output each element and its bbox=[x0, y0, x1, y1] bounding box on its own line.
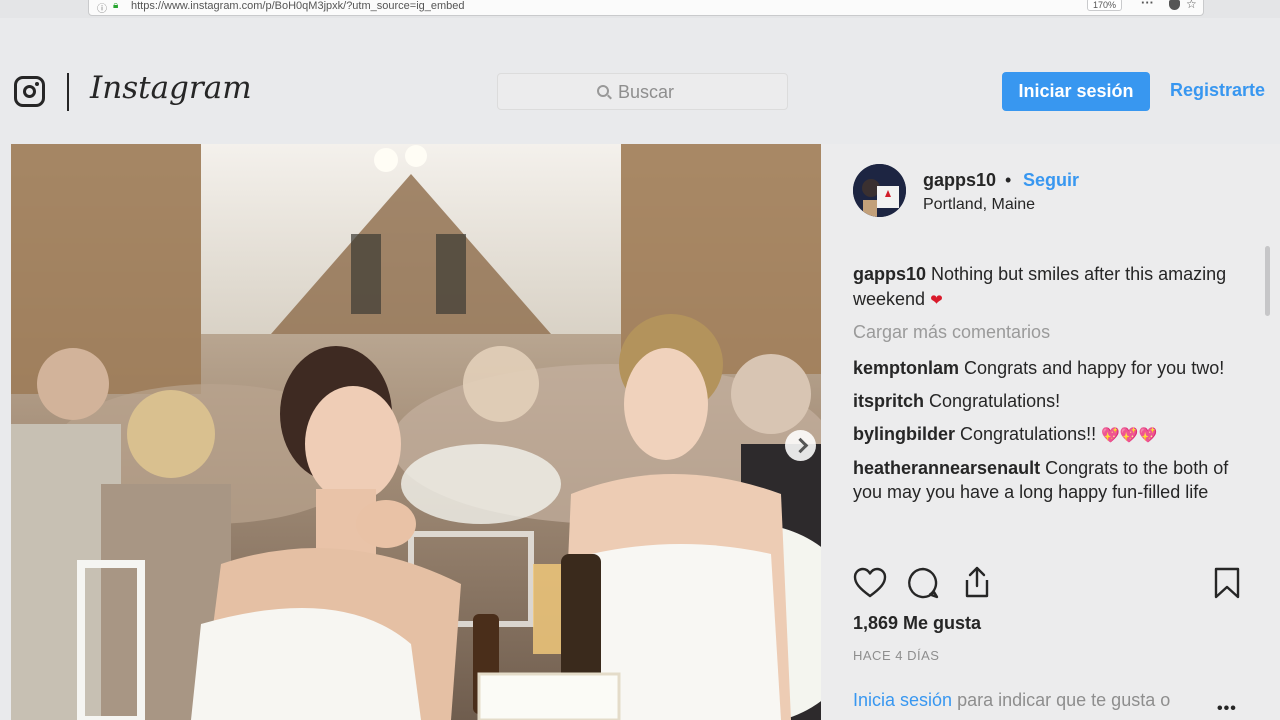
search-icon bbox=[597, 85, 609, 97]
scrollbar-thumb[interactable] bbox=[1265, 246, 1270, 316]
post-location[interactable]: Portland, Maine bbox=[923, 196, 1035, 214]
comment-item: bylingbilder Congratulations!! 💖💖💖 bbox=[853, 422, 1233, 447]
separator-dot: • bbox=[1005, 170, 1012, 190]
chevron-right-icon[interactable] bbox=[785, 430, 816, 461]
url-text[interactable]: https://www.instagram.com/p/BoH0qM3jpxk/… bbox=[131, 0, 465, 12]
caption-username[interactable]: gapps10 bbox=[853, 264, 926, 284]
comment-username[interactable]: heatherannearsenault bbox=[853, 458, 1040, 478]
load-more-comments[interactable]: Cargar más comentarios bbox=[853, 322, 1050, 343]
logo-divider bbox=[67, 73, 69, 111]
instagram-wordmark[interactable]: Instagram bbox=[90, 70, 252, 106]
avatar[interactable] bbox=[853, 164, 906, 217]
info-icon[interactable]: ⓘ bbox=[97, 0, 107, 15]
login-button[interactable]: Iniciar sesión bbox=[1002, 72, 1150, 111]
comment-username[interactable]: itspritch bbox=[853, 391, 924, 411]
bookmark-icon[interactable] bbox=[1214, 567, 1240, 599]
comment-list: kemptonlam Congrats and happy for you tw… bbox=[853, 356, 1233, 513]
post-photo[interactable] bbox=[11, 144, 821, 720]
comment-item: heatherannearsenault Congrats to the bot… bbox=[853, 456, 1233, 504]
red-heart-icon: ❤ bbox=[930, 291, 943, 309]
more-options-icon[interactable]: ••• bbox=[1217, 700, 1237, 718]
likes-count[interactable]: 1,869 Me gusta bbox=[853, 613, 981, 634]
signup-link[interactable]: Registrarte bbox=[1170, 80, 1265, 101]
post-sidebar: gapps10 • Seguir Portland, Maine gapps10… bbox=[821, 144, 1280, 720]
post-date: HACE 4 DÍAS bbox=[853, 648, 940, 663]
browser-toolbar: ⓘ 🔒︎ https://www.instagram.com/p/BoH0qM3… bbox=[0, 0, 1280, 18]
wedding-photo-illustration bbox=[11, 144, 821, 720]
lock-icon: 🔒︎ bbox=[113, 0, 119, 11]
search-placeholder: Buscar bbox=[618, 82, 675, 102]
post-username[interactable]: gapps10 bbox=[923, 170, 996, 191]
comment-text: Congratulations! bbox=[929, 391, 1061, 411]
instagram-camera-icon[interactable] bbox=[14, 76, 45, 107]
comment-item: kemptonlam Congrats and happy for you tw… bbox=[853, 356, 1233, 380]
zoom-level[interactable]: 170% bbox=[1087, 0, 1123, 11]
share-icon[interactable] bbox=[961, 565, 993, 599]
pink-hearts-icon: 💖💖💖 bbox=[1101, 426, 1158, 444]
star-icon[interactable]: ☆ bbox=[1186, 0, 1197, 11]
comment-icon[interactable] bbox=[907, 567, 939, 599]
follow-button[interactable]: Seguir bbox=[1023, 170, 1079, 191]
login-prompt: Inicia sesión para indicar que te gusta … bbox=[853, 688, 1213, 712]
prompt-text: para indicar que te gusta o bbox=[957, 690, 1171, 710]
post-caption: gapps10 Nothing but smiles after this am… bbox=[853, 262, 1233, 313]
page-actions-icon[interactable]: ··· bbox=[1141, 0, 1154, 10]
comment-text: Congratulations!! bbox=[960, 424, 1097, 444]
address-bar[interactable]: ⓘ 🔒︎ https://www.instagram.com/p/BoH0qM3… bbox=[88, 0, 1204, 16]
heart-icon[interactable] bbox=[853, 567, 887, 599]
comment-username[interactable]: kemptonlam bbox=[853, 358, 959, 378]
comment-username[interactable]: bylingbilder bbox=[853, 424, 955, 444]
comment-item: itspritch Congratulations! bbox=[853, 389, 1233, 413]
search-input[interactable]: Buscar bbox=[497, 73, 788, 110]
prompt-login-link[interactable]: Inicia sesión bbox=[853, 690, 952, 710]
instagram-header: Instagram Buscar Iniciar sesión Registra… bbox=[0, 40, 1280, 140]
comment-text: Congrats and happy for you two! bbox=[964, 358, 1225, 378]
pocket-icon[interactable] bbox=[1169, 0, 1180, 10]
